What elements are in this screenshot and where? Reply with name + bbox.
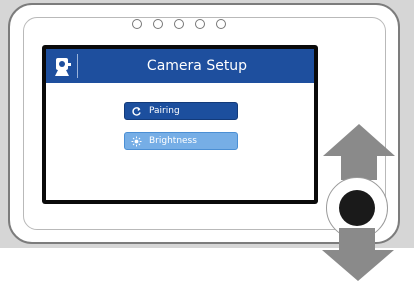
- refresh-icon: [131, 106, 142, 117]
- pairing-label: Pairing: [149, 106, 180, 116]
- brightness-label: Brightness: [149, 136, 197, 146]
- screen-content: Camera Setup Pairing Brightness: [46, 49, 314, 200]
- brightness-button[interactable]: Brightness: [124, 132, 238, 150]
- indicator-leds: [132, 19, 226, 29]
- led-indicator: [174, 19, 184, 29]
- navigation-button[interactable]: [339, 190, 375, 226]
- pairing-button[interactable]: Pairing: [124, 102, 238, 120]
- up-arrow-icon: [323, 124, 395, 180]
- camera-icon: [52, 54, 78, 78]
- led-indicator: [216, 19, 226, 29]
- led-indicator: [132, 19, 142, 29]
- sun-icon: [131, 136, 142, 147]
- led-indicator: [195, 19, 205, 29]
- title-bar: Camera Setup: [46, 49, 314, 83]
- led-indicator: [153, 19, 163, 29]
- screen-title: Camera Setup: [146, 58, 248, 74]
- down-arrow-icon: [322, 228, 394, 281]
- lcd-screen: Camera Setup Pairing Brightness: [42, 45, 318, 204]
